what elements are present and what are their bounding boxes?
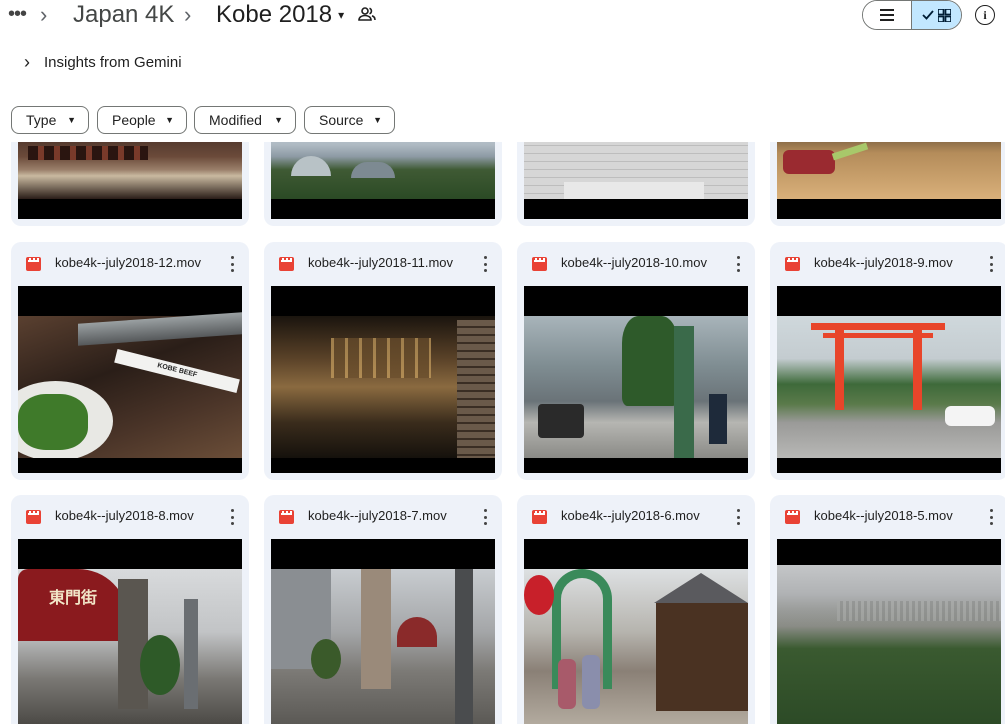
file-name: kobe4k--july2018-6.mov (561, 508, 700, 523)
video-thumbnail (524, 539, 748, 724)
list-view-button[interactable] (863, 1, 912, 29)
caret-down-icon: ▼ (274, 115, 283, 125)
more-breadcrumb-button[interactable]: ••• (6, 2, 28, 26)
chip-label: Source (319, 112, 364, 128)
filter-people-chip[interactable]: People ▼ (97, 106, 187, 134)
video-thumbnail (524, 286, 748, 473)
chip-label: People (112, 112, 156, 128)
caret-down-icon: ▼ (67, 115, 76, 125)
file-name: kobe4k--july2018-8.mov (55, 508, 194, 523)
caret-down-icon: ▾ (338, 8, 345, 22)
video-thumbnail (271, 142, 495, 219)
grid-view-icon (937, 8, 951, 22)
file-name: kobe4k--july2018-11.mov (308, 255, 453, 270)
file-card[interactable] (770, 142, 1005, 226)
video-file-icon (26, 510, 41, 524)
file-card[interactable]: kobe4k--july2018-5.mov (770, 495, 1005, 724)
file-card[interactable]: kobe4k--july2018-11.mov (264, 242, 502, 480)
video-file-icon (279, 257, 294, 271)
chip-label: Modified (209, 112, 262, 128)
video-thumbnail (524, 142, 748, 219)
chip-label: Type (26, 112, 57, 128)
more-actions-icon[interactable] (484, 509, 488, 525)
file-card[interactable] (11, 142, 249, 226)
current-folder-title: Kobe 2018 (216, 1, 333, 28)
breadcrumb-japan-4k[interactable]: Japan 4K (73, 1, 174, 29)
video-thumbnail: 東門街 (18, 539, 242, 724)
video-file-icon (532, 257, 547, 271)
file-grid: kobe4k--july2018-12.mov KOBE BEEF kobe4k… (0, 142, 1005, 724)
video-thumbnail (271, 539, 495, 724)
file-card[interactable]: kobe4k--july2018-12.mov KOBE BEEF (11, 242, 249, 480)
chevron-right-icon: › (24, 51, 30, 72)
list-view-icon (879, 9, 894, 21)
more-actions-icon[interactable] (737, 509, 741, 525)
file-card[interactable]: kobe4k--july2018-7.mov (264, 495, 502, 724)
more-actions-icon[interactable] (231, 509, 235, 525)
file-name: kobe4k--july2018-10.mov (561, 255, 707, 270)
file-name: kobe4k--july2018-5.mov (814, 508, 953, 523)
video-thumbnail (777, 142, 1001, 219)
more-actions-icon[interactable] (737, 256, 741, 272)
file-card[interactable]: kobe4k--july2018-8.mov 東門街 (11, 495, 249, 724)
video-thumbnail (777, 539, 1001, 724)
chevron-right-icon: › (40, 2, 48, 27)
info-icon[interactable]: i (975, 5, 995, 25)
filter-modified-chip[interactable]: Modified ▼ (194, 106, 296, 134)
video-file-icon (26, 257, 41, 271)
file-card[interactable]: kobe4k--july2018-9.mov (770, 242, 1005, 480)
video-thumbnail (777, 286, 1001, 473)
video-file-icon (532, 510, 547, 524)
caret-down-icon: ▼ (165, 115, 174, 125)
more-actions-icon[interactable] (990, 256, 994, 272)
file-name: kobe4k--july2018-7.mov (308, 508, 447, 523)
gemini-insights-label: Insights from Gemini (44, 53, 182, 71)
video-file-icon (785, 257, 800, 271)
video-thumbnail (18, 142, 242, 219)
gemini-insights-toggle[interactable]: › Insights from Gemini (24, 50, 182, 74)
filter-source-chip[interactable]: Source ▼ (304, 106, 395, 134)
file-card[interactable] (264, 142, 502, 226)
check-icon (922, 10, 934, 20)
caret-down-icon: ▼ (373, 115, 382, 125)
video-thumbnail: KOBE BEEF (18, 286, 242, 473)
current-folder-button[interactable]: Kobe 2018 ▾ (216, 1, 344, 29)
file-card[interactable]: kobe4k--july2018-6.mov (517, 495, 755, 724)
more-actions-icon[interactable] (484, 256, 488, 272)
video-file-icon (279, 510, 294, 524)
file-name: kobe4k--july2018-9.mov (814, 255, 953, 270)
more-actions-icon[interactable] (231, 256, 235, 272)
file-name: kobe4k--july2018-12.mov (55, 255, 201, 270)
video-thumbnail (271, 286, 495, 473)
more-actions-icon[interactable] (990, 509, 994, 525)
shared-people-icon[interactable] (358, 6, 376, 22)
video-file-icon (785, 510, 800, 524)
file-card[interactable] (517, 142, 755, 226)
grid-view-button[interactable] (911, 1, 961, 29)
filter-type-chip[interactable]: Type ▼ (11, 106, 89, 134)
file-card[interactable]: kobe4k--july2018-10.mov (517, 242, 755, 480)
chevron-right-icon: › (184, 2, 192, 27)
view-toggle (862, 0, 962, 30)
